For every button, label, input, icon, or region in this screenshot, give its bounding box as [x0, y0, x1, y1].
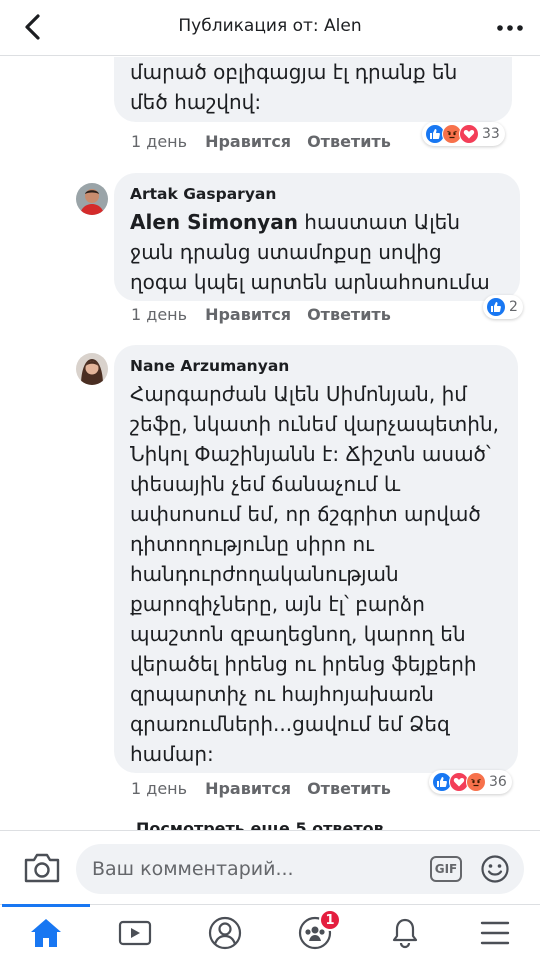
like-link[interactable]: Нравится: [205, 305, 291, 324]
page-title: Публикация от: Alen: [178, 16, 362, 36]
comment-bubble: մարած օբլիգացյա էլ դրանք են մեծ հաշվով:: [114, 57, 512, 122]
video-icon: [118, 920, 152, 946]
reaction-count: 2: [509, 299, 518, 315]
reply-link[interactable]: Ответить: [307, 305, 391, 324]
comment-input[interactable]: [92, 844, 412, 894]
comment-time[interactable]: 1 день: [131, 779, 187, 798]
love-reaction-icon: [459, 124, 479, 144]
reaction-count: 33: [482, 126, 500, 142]
reaction-summary[interactable]: 2: [483, 295, 523, 319]
camera-icon[interactable]: [22, 851, 62, 885]
comment-meta: 1 день Нравится Ответить: [131, 305, 391, 324]
avatar[interactable]: [76, 183, 108, 215]
reaction-count: 36: [489, 774, 507, 790]
top-header: Публикация от: Alen: [0, 0, 540, 56]
comment-author[interactable]: Nane Arzumanyan: [130, 357, 502, 375]
comment-input-wrapper: GIF: [76, 844, 524, 894]
comment-text: մարած օբլիգացյա էլ դրանք են մեծ հաշվով:: [130, 60, 458, 114]
emoji-icon[interactable]: [480, 854, 510, 884]
like-link[interactable]: Нравится: [205, 779, 291, 798]
bottom-tab-bar: 1: [0, 904, 540, 960]
reply-link[interactable]: Ответить: [307, 132, 391, 151]
tab-menu[interactable]: [473, 913, 517, 953]
tab-profile[interactable]: [203, 913, 247, 953]
comment-composer: GIF: [0, 830, 540, 904]
mention-link[interactable]: Alen Simonyan: [130, 210, 298, 234]
avatar[interactable]: [76, 353, 108, 385]
home-icon: [31, 919, 61, 947]
comment-meta: 1 день Нравится Ответить: [131, 132, 391, 151]
comment-text: Alen Simonyan հաստատ Ալեն ջան դրանց ստամ…: [130, 207, 504, 297]
tab-home[interactable]: [2, 904, 90, 953]
tab-notifications[interactable]: [383, 913, 427, 953]
menu-icon: [480, 921, 510, 945]
comment-meta: 1 день Нравится Ответить: [131, 779, 391, 798]
tab-groups[interactable]: 1: [293, 909, 341, 953]
gif-button[interactable]: GIF: [430, 856, 462, 882]
tab-watch[interactable]: [113, 913, 157, 953]
profile-icon: [208, 916, 242, 950]
view-more-replies-link[interactable]: Посмотреть еще 5 ответов: [136, 819, 384, 830]
comment-bubble: Artak Gasparyan Alen Simonyan հաստատ Ալե…: [114, 173, 520, 301]
comment-time[interactable]: 1 день: [131, 305, 187, 324]
comments-feed[interactable]: մարած օբլիգացյա էլ դրանք են մեծ հաշվով: …: [0, 57, 540, 830]
comment-text: Հարգարժան Ալեն Սիմոնյան, իմ շեֆը, նկատի …: [130, 382, 499, 766]
like-link[interactable]: Нравится: [205, 132, 291, 151]
notification-badge: 1: [319, 909, 341, 931]
more-options-icon[interactable]: [496, 18, 524, 38]
reaction-summary[interactable]: 36: [429, 770, 512, 794]
comment-author[interactable]: Artak Gasparyan: [130, 185, 504, 203]
like-reaction-icon: [486, 297, 506, 317]
angry-reaction-icon: [466, 772, 486, 792]
comment-bubble: Nane Arzumanyan Հարգարժան Ալեն Սիմոնյան,…: [114, 345, 518, 773]
reaction-summary[interactable]: 33: [422, 122, 505, 146]
bell-icon: [392, 918, 418, 949]
reply-link[interactable]: Ответить: [307, 779, 391, 798]
comment-time[interactable]: 1 день: [131, 132, 187, 151]
